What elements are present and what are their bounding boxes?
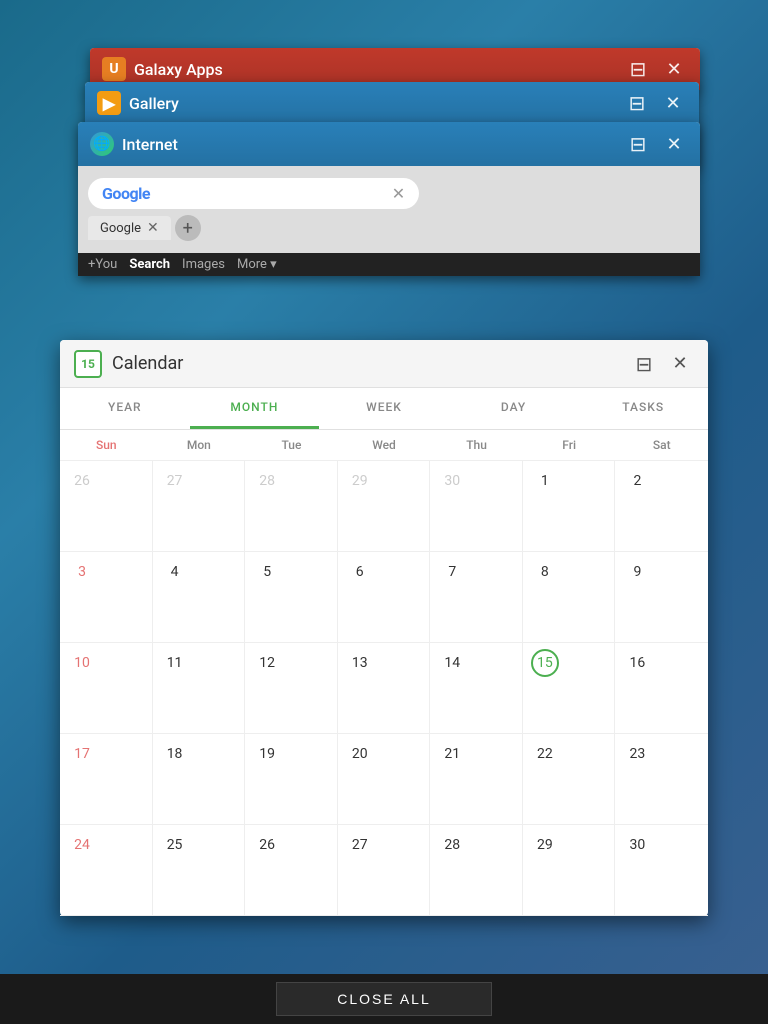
cal-cell-25[interactable]: 25: [153, 825, 246, 915]
close-all-bar: CLOSE ALL: [0, 974, 768, 1024]
galaxy-controls: ⊟ ✕: [624, 55, 688, 83]
galaxy-icon: U: [102, 57, 126, 81]
task-switcher: U Galaxy Apps ⊟ ✕ ▶ Gallery ⊟ ✕: [0, 0, 768, 1024]
cal-cell-4[interactable]: 4: [153, 552, 246, 642]
cal-cell-11[interactable]: 11: [153, 643, 246, 733]
galaxy-close-button[interactable]: ✕: [660, 55, 688, 83]
header-fri: Fri: [523, 430, 616, 460]
cal-cell-28[interactable]: 28: [430, 825, 523, 915]
browser-tab-google[interactable]: Google ✕: [88, 216, 171, 240]
cal-cell-7[interactable]: 7: [430, 552, 523, 642]
cal-cell-19[interactable]: 19: [245, 734, 338, 824]
calendar-week-2: 3 4 5 6 7 8 9: [60, 552, 708, 643]
cal-cell-23[interactable]: 23: [615, 734, 708, 824]
gallery-close-button[interactable]: ✕: [659, 89, 687, 117]
cal-cell-27[interactable]: 27: [338, 825, 431, 915]
calendar-week-3: 10 11 12 13 14 15 16: [60, 643, 708, 734]
cal-cell-14[interactable]: 14: [430, 643, 523, 733]
calendar-icon: 15: [74, 350, 102, 378]
cal-cell-6[interactable]: 6: [338, 552, 431, 642]
internet-title-bar: 🌐 Internet ⊟ ✕: [78, 122, 700, 166]
calendar-week-4: 17 18 19 20 21 22 23: [60, 734, 708, 825]
nav-search[interactable]: Search: [129, 257, 170, 272]
internet-controls: ⊟ ✕: [624, 130, 688, 158]
calendar-title-bar: 15 Calendar ⊟ ✕: [60, 340, 708, 388]
close-all-button[interactable]: CLOSE ALL: [276, 982, 492, 1016]
cal-cell-5[interactable]: 5: [245, 552, 338, 642]
cal-cell-20[interactable]: 20: [338, 734, 431, 824]
cal-cell-21[interactable]: 21: [430, 734, 523, 824]
cal-cell-24[interactable]: 24: [60, 825, 153, 915]
cal-cell-9[interactable]: 9: [615, 552, 708, 642]
tab-day[interactable]: DAY: [449, 388, 579, 429]
cal-cell-26[interactable]: 26: [245, 825, 338, 915]
internet-minimize-button[interactable]: ⊟: [624, 130, 652, 158]
cal-cell-16[interactable]: 16: [615, 643, 708, 733]
gallery-icon: ▶: [97, 91, 121, 115]
calendar-minimize-button[interactable]: ⊟: [630, 350, 658, 378]
cal-cell-29prev[interactable]: 29: [338, 461, 431, 551]
cal-cell-30prev[interactable]: 30: [430, 461, 523, 551]
cal-cell-29[interactable]: 29: [523, 825, 616, 915]
cal-cell-26prev[interactable]: 26: [60, 461, 153, 551]
galaxy-minimize-button[interactable]: ⊟: [624, 55, 652, 83]
tab-month[interactable]: MONTH: [190, 388, 320, 429]
cal-cell-27prev[interactable]: 27: [153, 461, 246, 551]
cal-cell-3[interactable]: 3: [60, 552, 153, 642]
header-sat: Sat: [615, 430, 708, 460]
cal-cell-22[interactable]: 22: [523, 734, 616, 824]
galaxy-title: Galaxy Apps: [134, 60, 624, 79]
cal-cell-18[interactable]: 18: [153, 734, 246, 824]
browser-tab-bar: Google ✕ +: [88, 215, 690, 241]
cal-cell-13[interactable]: 13: [338, 643, 431, 733]
google-nav: +You Search Images More ▾: [78, 253, 700, 276]
gallery-controls: ⊟ ✕: [623, 89, 687, 117]
header-wed: Wed: [338, 430, 431, 460]
clear-search-icon[interactable]: ✕: [392, 184, 405, 203]
cal-cell-8[interactable]: 8: [523, 552, 616, 642]
tab-close-icon[interactable]: ✕: [147, 220, 159, 236]
cal-cell-12[interactable]: 12: [245, 643, 338, 733]
internet-close-button[interactable]: ✕: [660, 130, 688, 158]
calendar-title: Calendar: [112, 353, 630, 374]
window-internet: 🌐 Internet ⊟ ✕ Google ✕ Google: [78, 122, 700, 276]
header-mon: Mon: [153, 430, 246, 460]
cal-cell-28prev[interactable]: 28: [245, 461, 338, 551]
gallery-minimize-button[interactable]: ⊟: [623, 89, 651, 117]
browser-content: Google ✕ Google ✕ +: [78, 166, 700, 253]
cal-cell-17[interactable]: 17: [60, 734, 153, 824]
nav-images[interactable]: Images: [182, 257, 225, 272]
tab-tasks[interactable]: TASKS: [578, 388, 708, 429]
tab-label: Google: [100, 221, 141, 236]
calendar-week-5: 24 25 26 27 28 29 30: [60, 825, 708, 916]
tab-week[interactable]: WEEK: [319, 388, 449, 429]
calendar-controls: ⊟ ✕: [630, 350, 694, 378]
calendar-week-1: 26 27 28 29 30 1 2: [60, 461, 708, 552]
cal-cell-30[interactable]: 30: [615, 825, 708, 915]
calendar-day-headers: Sun Mon Tue Wed Thu Fri Sat: [60, 430, 708, 461]
nav-more[interactable]: More ▾: [237, 257, 277, 272]
header-thu: Thu: [430, 430, 523, 460]
gallery-title-bar: ▶ Gallery ⊟ ✕: [85, 82, 699, 124]
cal-cell-1[interactable]: 1: [523, 461, 616, 551]
nav-you[interactable]: +You: [88, 257, 117, 272]
header-tue: Tue: [245, 430, 338, 460]
gallery-title: Gallery: [129, 94, 623, 113]
cal-cell-10[interactable]: 10: [60, 643, 153, 733]
internet-title: Internet: [122, 135, 624, 154]
internet-globe-icon: 🌐: [90, 132, 114, 156]
calendar-close-button[interactable]: ✕: [666, 350, 694, 378]
cal-cell-15[interactable]: 15: [523, 643, 616, 733]
cal-cell-2[interactable]: 2: [615, 461, 708, 551]
window-calendar: 15 Calendar ⊟ ✕ YEAR MONTH WEEK DAY TASK…: [60, 340, 708, 916]
header-sun: Sun: [60, 430, 153, 460]
tab-year[interactable]: YEAR: [60, 388, 190, 429]
calendar-tabs: YEAR MONTH WEEK DAY TASKS: [60, 388, 708, 430]
new-tab-button[interactable]: +: [175, 215, 201, 241]
